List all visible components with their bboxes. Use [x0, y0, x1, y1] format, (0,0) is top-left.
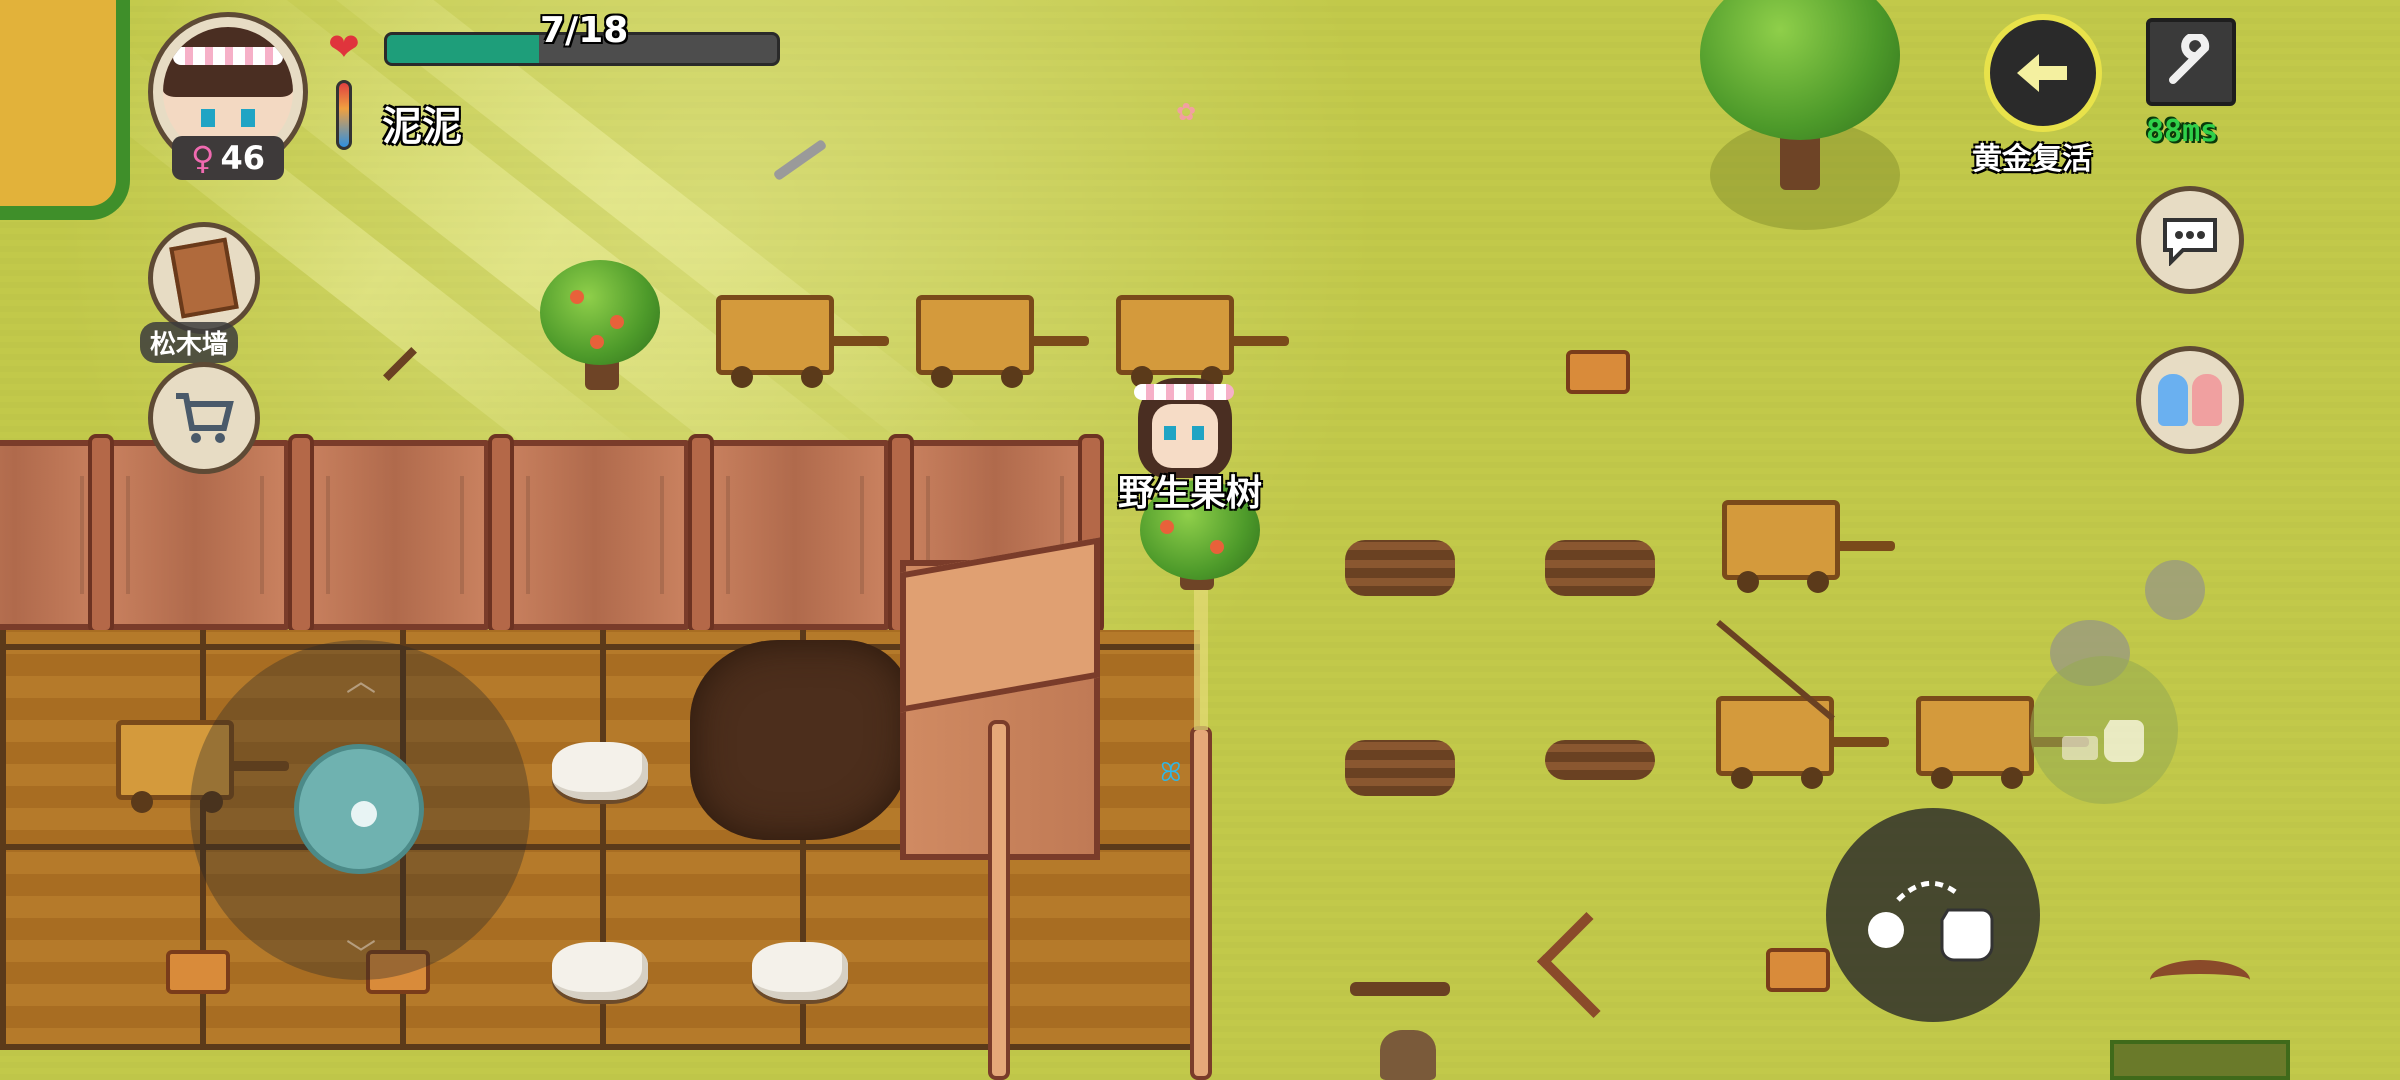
settings-button[interactable] [2146, 18, 2236, 106]
boomerang[interactable] [772, 138, 828, 182]
health-text: 7/18 [540, 10, 629, 51]
tool-cart[interactable] [916, 295, 1089, 388]
wool-pile[interactable] [552, 942, 648, 1000]
animal-hide-rug[interactable] [690, 640, 910, 840]
chat-button[interactable] [2136, 186, 2244, 294]
grab-hand-icon [2062, 720, 2144, 762]
game-viewport[interactable]: 野生果树 ꕤ ✿ ♀ 46 ❤ 7/18 泥泥 松木墙 黄金复活 88ms ︿ … [0, 0, 2400, 1080]
thermometer-icon [336, 80, 352, 150]
wool-pile[interactable] [552, 742, 648, 800]
health-bar-fill [387, 35, 540, 63]
wrench-icon [2169, 34, 2210, 84]
stick[interactable] [1350, 982, 1450, 996]
build-label: 松木墙 [140, 322, 239, 363]
tool-cart[interactable] [716, 295, 889, 388]
rock[interactable] [2145, 560, 2205, 620]
player-level: 46 [220, 139, 265, 177]
chat-bubble-icon [2163, 218, 2217, 266]
golden-revive-button[interactable] [1984, 14, 2102, 132]
stone-axe[interactable] [383, 347, 417, 381]
log-pile[interactable] [1345, 740, 1455, 796]
heart-icon: ❤ [328, 25, 360, 69]
butterfly-icon: ꕤ [1160, 758, 1182, 788]
player-name: 泥泥 [382, 104, 462, 150]
pottery[interactable] [1380, 1030, 1436, 1080]
build-button[interactable] [148, 222, 260, 334]
fence-pole [1190, 726, 1212, 1080]
throw-hand-icon [1868, 880, 1994, 962]
movement-joystick[interactable]: ︿ ﹀ [190, 640, 530, 980]
storage-cart[interactable] [1722, 500, 1895, 593]
arrow-left-icon [2017, 54, 2067, 92]
chevron-up-icon: ︿ [346, 664, 376, 699]
shopping-cart-icon [176, 393, 234, 443]
pickup-button[interactable] [2030, 656, 2178, 804]
empty-cart[interactable] [1916, 696, 2089, 789]
slingshot-frame[interactable] [1536, 911, 1644, 1019]
ping-text: 88ms [2146, 114, 2219, 149]
bow[interactable] [2150, 960, 2250, 1000]
level-badge: ♀ 46 [172, 136, 284, 180]
tree-name-label: 野生果树 [1118, 473, 1263, 514]
pine-wall-icon [169, 237, 239, 319]
log-pile[interactable] [1345, 540, 1455, 596]
gender-icon: ♀ [191, 139, 215, 177]
autumn-foliage [0, 0, 130, 220]
social-button[interactable] [2136, 346, 2244, 454]
log-pile[interactable] [1545, 540, 1655, 596]
basket[interactable] [1566, 350, 1630, 394]
weapon-cart[interactable] [1116, 295, 1289, 388]
chevron-down-icon: ﹀ [346, 938, 376, 973]
wool-pile[interactable] [752, 942, 848, 1000]
basket[interactable] [1766, 948, 1830, 992]
flower-icon: ✿ [1176, 98, 1197, 126]
revive-label: 黄金复活 [1972, 142, 2092, 177]
joystick-knob[interactable] [294, 744, 424, 874]
shop-button[interactable] [148, 362, 260, 474]
oak-tree[interactable] [1700, 0, 1900, 140]
campfire-wood[interactable] [1545, 740, 1655, 780]
friends-icon [2158, 374, 2222, 426]
garden-patch [2110, 1040, 2290, 1080]
throw-button[interactable] [1826, 808, 2040, 1022]
basket-rabbit[interactable] [166, 950, 230, 994]
fence-pole [988, 720, 1010, 1080]
fruit-bush[interactable] [540, 260, 660, 365]
